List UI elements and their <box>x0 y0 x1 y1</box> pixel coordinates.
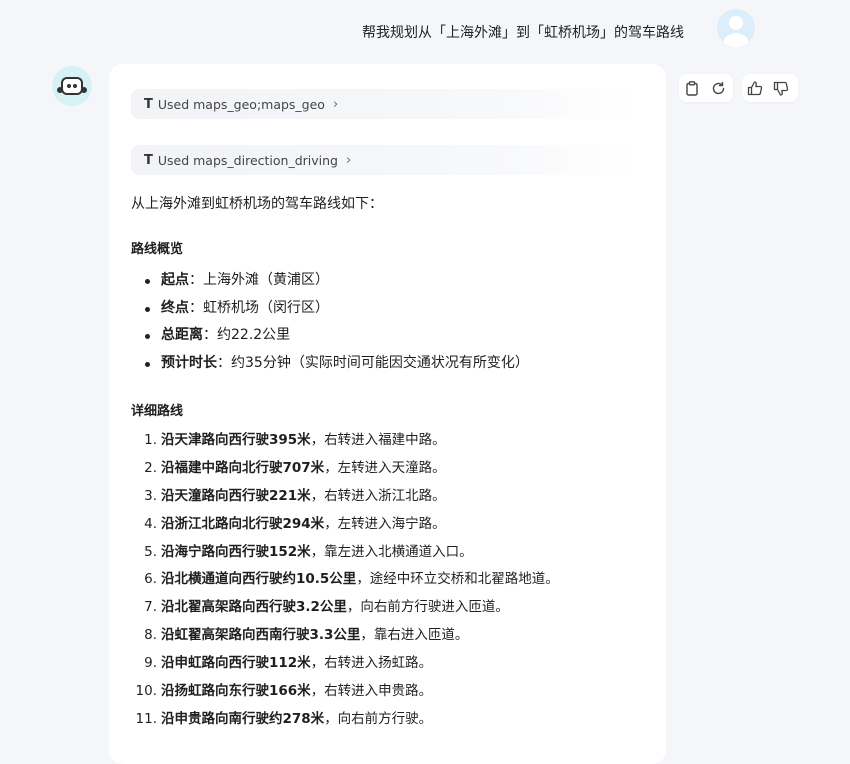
list-item: 2. 沿福建中路向北行驶707米，左转进入天潼路。 <box>144 459 446 476</box>
list-item: 起点：上海外滩（黄浦区） <box>131 267 529 295</box>
copy-icon[interactable] <box>679 74 705 102</box>
tool-call-label: Used maps_direction_driving <box>157 152 338 168</box>
list-item: 4. 沿浙江北路向北行驶294米，左转进入海宁路。 <box>144 515 446 532</box>
list-item: 10. 沿扬虹路向东行驶166米，右转进入申贵路。 <box>135 683 433 700</box>
list-item: 总距离：约22.2公里 <box>131 322 529 350</box>
chevron-right-icon: › <box>345 152 352 168</box>
message-actions-left <box>679 74 733 102</box>
tool-icon: T <box>144 152 153 168</box>
list-item: 5. 沿海宁路向西行驶152米，靠左进入北横通道入口。 <box>144 543 473 560</box>
list-item: 7. 沿北翟高架路向西行驶3.2公里，向右前方行驶进入匝道。 <box>144 599 509 616</box>
list-item: 11. 沿申贵路向南行驶约278米，向右前方行驶。 <box>135 710 433 727</box>
list-item: 预计时长：约35分钟（实际时间可能因交通状况有所变化） <box>131 350 529 378</box>
overview-list: 起点：上海外滩（黄浦区） 终点：虹桥机场（闵行区） 总距离：约22.2公里 预计… <box>131 267 529 377</box>
chevron-right-icon: › <box>332 96 339 112</box>
tool-call-geo[interactable]: T Used maps_geo;maps_geo › <box>131 89 640 119</box>
assistant-response: T Used maps_geo;maps_geo › T Used maps_d… <box>109 64 666 764</box>
intro-text: 从上海外滩到虹桥机场的驾车路线如下： <box>131 196 383 212</box>
tool-call-label: Used maps_geo;maps_geo <box>157 96 325 112</box>
user-message: 帮我规划从「上海外滩」到「虹桥机场」的驾车路线 <box>362 25 684 41</box>
list-item: 终点：虹桥机场（闵行区） <box>131 295 529 323</box>
list-item: 9. 沿申虹路向西行驶112米，右转进入扬虹路。 <box>144 655 433 672</box>
tool-call-driving[interactable]: T Used maps_direction_driving › <box>131 145 640 175</box>
message-actions-right <box>742 74 798 102</box>
refresh-icon[interactable] <box>705 74 731 102</box>
list-item: 1. 沿天津路向西行驶395米，右转进入福建中路。 <box>144 432 446 448</box>
list-item: 8. 沿虹翟高架路向西南行驶3.3公里，靠右进入匝道。 <box>144 627 469 644</box>
thumbs-down-icon[interactable] <box>768 74 794 102</box>
bot-avatar <box>52 66 92 106</box>
tool-icon: T <box>144 96 153 112</box>
list-item: 3. 沿天潼路向西行驶221米，右转进入浙江北路。 <box>144 487 446 504</box>
route-steps: 1. 沿天津路向西行驶395米，右转进入福建中路。 2. 沿福建中路向北行驶707米… <box>131 427 559 734</box>
details-heading: 详细路线 <box>131 404 184 419</box>
user-avatar[interactable] <box>717 9 755 47</box>
response-content: 从上海外滩到虹桥机场的驾车路线如下： 路线概览 起点：上海外滩（黄浦区） 终点：… <box>131 194 651 727</box>
list-item: 6. 沿北横通道向西行驶约10.5公里，途经中环立交桥和北翟路地道。 <box>144 571 559 588</box>
overview-heading: 路线概览 <box>131 242 184 257</box>
thumbs-up-icon[interactable] <box>742 74 768 102</box>
